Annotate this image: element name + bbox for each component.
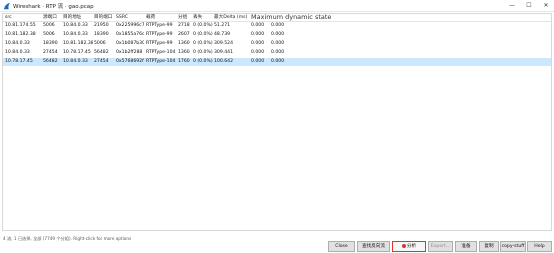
table-cell: 1360: [178, 41, 190, 46]
table-cell: 0.000: [271, 32, 285, 37]
table-cell: 0.000: [251, 59, 265, 64]
table-cell: 1360: [178, 50, 190, 55]
table-cell: 0.000: [271, 41, 285, 46]
table-cell: 0x1b2ff288: [116, 50, 143, 55]
table-cell: 2718: [178, 23, 190, 28]
column-header-lost[interactable]: 丢失: [193, 14, 211, 22]
column-header-packets[interactable]: 分组: [178, 14, 192, 22]
table-cell: 0.000: [251, 32, 265, 37]
copy-button[interactable]: 复制: [479, 241, 499, 252]
table-cell: 10.84.0.33: [63, 59, 88, 64]
table-cell: 0x5768692f: [116, 59, 144, 64]
table-cell: 2607: [178, 32, 190, 37]
find-reverse-button[interactable]: 查找反向流: [357, 241, 390, 252]
table-cell: 51.271: [214, 23, 231, 28]
table-cell: RTPType-104: [146, 50, 176, 55]
table-cell: RTPType-99: [146, 32, 173, 37]
table-cell: RTPType-99: [146, 41, 173, 46]
table-cell: 0 (0.0%): [193, 41, 213, 46]
table-cell: 10.81.182.38: [5, 32, 36, 37]
table-cell: 5006: [43, 32, 55, 37]
rtp-streams-list[interactable]: src 源端口 目的地址 目的端口 SSRC 载荷 分组 丢失 最大Delta …: [2, 13, 552, 231]
column-header-max-dynamic[interactable]: Maximum dynamic state: [251, 13, 391, 21]
table-cell: 309.524: [214, 41, 233, 46]
analyze-label: 分析: [406, 244, 417, 249]
table-row[interactable]: 10.84.0.33 18390 10.81.182.38 5006 0x1b087b3…: [3, 40, 551, 48]
close-button[interactable]: Close: [328, 241, 355, 252]
column-header-src-port[interactable]: 源端口: [43, 14, 61, 22]
maximize-button[interactable]: ☐: [523, 0, 535, 11]
table-cell: 0.000: [271, 23, 285, 28]
table-cell: 18390: [43, 41, 58, 46]
table-cell: 100.642: [214, 59, 233, 64]
column-header-payload[interactable]: 载荷: [146, 14, 176, 22]
analyze-button[interactable]: 分析: [392, 241, 426, 252]
table-cell: 0.000: [251, 41, 265, 46]
table-cell: 0 (0.0%): [193, 59, 213, 64]
table-cell: 10.84.0.33: [5, 41, 30, 46]
table-cell: 0.000: [251, 50, 265, 55]
table-cell: 0x1855a76c: [116, 32, 144, 37]
column-header: src 源端口 目的地址 目的端口 SSRC 载荷 分组 丢失 最大Delta …: [3, 13, 551, 22]
table-cell: RTPType-99: [146, 23, 173, 28]
table-cell: 10.84.0.33: [63, 32, 88, 37]
window-title: Wireshark · RTP 流 · gao.pcap: [13, 4, 94, 10]
minimize-button[interactable]: —: [506, 0, 518, 11]
table-cell: 56482: [43, 59, 58, 64]
table-cell: 5006: [43, 23, 55, 28]
table-cell: 0x1b087b30: [116, 41, 144, 46]
table-row[interactable]: 10.84.0.33 27454 10.78.17.45 56482 0x1b2ff28…: [3, 49, 551, 57]
status-hint: 4 流, 1 已选择, 全部 (7749 个分组). Right-click f…: [3, 236, 132, 241]
table-cell: 10.78.17.45: [63, 50, 91, 55]
table-cell: 1760: [178, 59, 190, 64]
table-cell: 0.000: [271, 50, 285, 55]
table-cell: 0x225996c7: [116, 23, 144, 28]
title-bar: Wireshark · RTP 流 · gao.pcap — ☐ ✕: [0, 0, 554, 12]
table-cell: 10.81.174.55: [5, 23, 36, 28]
table-cell: 10.84.0.33: [5, 50, 30, 55]
close-window-button[interactable]: ✕: [540, 0, 552, 11]
table-row[interactable]: 10.81.182.38 5006 10.84.0.33 18390 0x1855a76…: [3, 31, 551, 39]
copy-more-button[interactable]: copy-stuff: [500, 241, 526, 252]
prepare-filter-button[interactable]: 准备: [455, 241, 477, 252]
table-cell: 309.441: [214, 50, 233, 55]
wireshark-fin-icon: [3, 2, 11, 10]
table-row[interactable]: 10.78.17.45 56482 10.84.0.33 27454 0x5768692…: [3, 58, 551, 66]
table-cell: 18390: [94, 32, 109, 37]
column-header-dst-port[interactable]: 目的端口: [94, 14, 116, 22]
table-cell: 27454: [94, 59, 109, 64]
table-cell: 10.78.17.45: [5, 59, 33, 64]
column-header-dst-addr[interactable]: 目的地址: [63, 14, 93, 22]
column-header-ssrc[interactable]: SSRC: [116, 14, 144, 22]
help-button[interactable]: Help: [527, 241, 552, 252]
table-cell: RTPType-104: [146, 59, 176, 64]
table-cell: 0 (0.0%): [193, 50, 213, 55]
table-cell: 48.739: [214, 32, 231, 37]
table-cell: 27454: [43, 50, 58, 55]
table-cell: 5006: [94, 41, 106, 46]
table-cell: 10.81.182.38: [63, 41, 93, 46]
table-cell: 0.000: [251, 23, 265, 28]
export-button[interactable]: Export...: [428, 241, 453, 252]
record-icon: [401, 243, 406, 248]
table-cell: 21950: [94, 23, 109, 28]
table-cell: 0.000: [271, 59, 285, 64]
table-cell: 0 (0.0%): [193, 32, 213, 37]
table-row[interactable]: 10.81.174.55 5006 10.84.0.33 21950 0x225996c…: [3, 22, 551, 30]
column-header-max-delta[interactable]: 最大Delta (ms): [214, 14, 250, 22]
table-cell: 10.84.0.33: [63, 23, 88, 28]
table-cell: 56482: [94, 50, 109, 55]
column-header-src[interactable]: src: [5, 14, 31, 22]
table-cell: 0 (0.0%): [193, 23, 213, 28]
